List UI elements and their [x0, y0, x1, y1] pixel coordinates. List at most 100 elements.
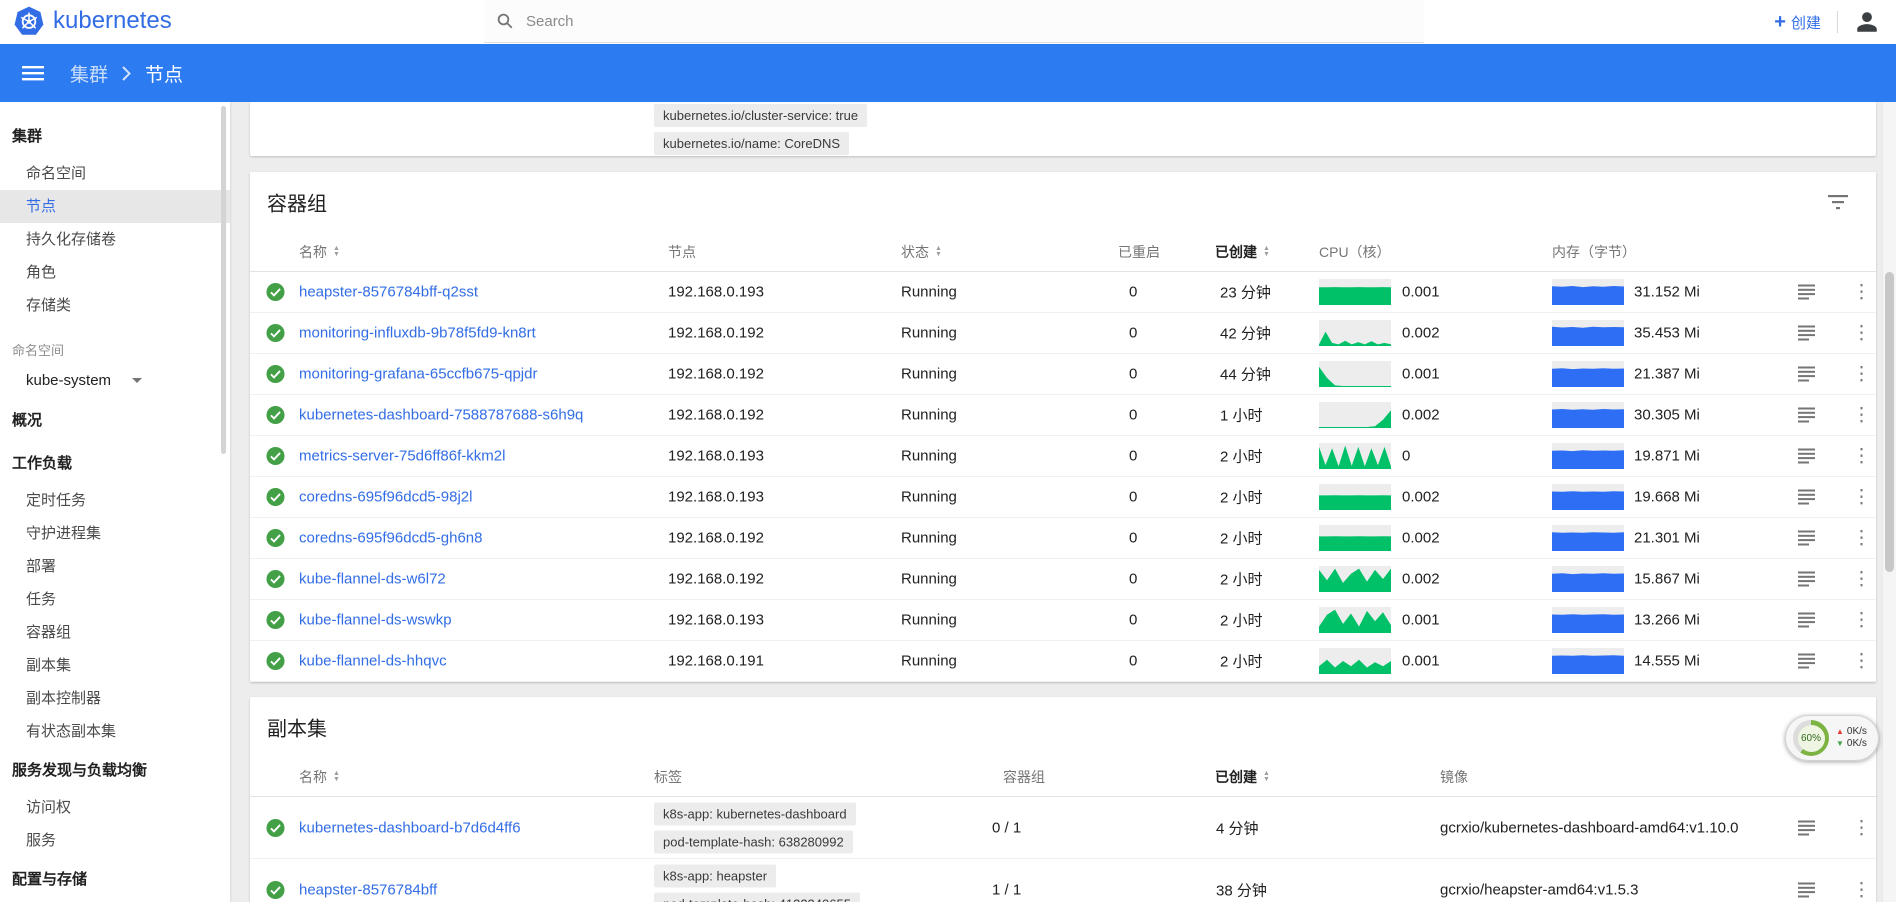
col-header-created[interactable]: 已创建▲▼	[1215, 767, 1270, 787]
pod-name-link[interactable]: coredns-695f96dcd5-98j2l	[299, 489, 472, 506]
search-input[interactable]	[526, 13, 1412, 30]
kebab-menu-icon[interactable]: ⋮	[1847, 878, 1876, 901]
sidebar-item[interactable]: 节点	[0, 190, 230, 223]
kebab-menu-icon[interactable]: ⋮	[1847, 281, 1876, 304]
sidebar-item[interactable]: 副本集	[0, 649, 230, 682]
kebab-menu-icon[interactable]: ⋮	[1847, 609, 1876, 632]
pod-restarts: 0	[1129, 325, 1137, 342]
kebab-menu-icon[interactable]: ⋮	[1847, 527, 1876, 550]
kebab-menu-icon[interactable]: ⋮	[1847, 322, 1876, 345]
col-header-node: 节点	[668, 242, 696, 262]
col-label: 已重启	[1118, 242, 1160, 262]
pod-row[interactable]: kube-flannel-ds-hhqvc192.168.0.191Runnin…	[250, 641, 1876, 682]
pod-name-link[interactable]: kubernetes-dashboard-7588787688-s6h9q	[299, 407, 583, 424]
namespace-value: kube-system	[26, 372, 111, 389]
pod-row[interactable]: kube-flannel-ds-w6l72192.168.0.192Runnin…	[250, 559, 1876, 600]
sidebar-item-overview[interactable]: 概况	[0, 398, 230, 441]
pod-row[interactable]: kube-flannel-ds-wswkp192.168.0.193Runnin…	[250, 600, 1876, 641]
kebab-menu-icon[interactable]: ⋮	[1847, 816, 1876, 839]
logs-icon[interactable]	[1798, 326, 1815, 341]
pod-created: 23 分钟	[1220, 282, 1271, 303]
global-search	[484, 0, 1424, 43]
sidebar-item[interactable]: 部署	[0, 550, 230, 583]
logs-icon[interactable]	[1798, 285, 1815, 300]
sidebar-item[interactable]: 副本控制器	[0, 682, 230, 715]
logs-icon[interactable]	[1798, 572, 1815, 587]
page-scrollbar[interactable]	[1882, 102, 1896, 902]
pod-name-link[interactable]: coredns-695f96dcd5-gh6n8	[299, 530, 482, 547]
breadcrumb-cluster[interactable]: 集群	[70, 60, 108, 87]
sidebar-header-cluster[interactable]: 集群	[0, 114, 230, 157]
logs-icon[interactable]	[1798, 449, 1815, 464]
sidebar-header-workloads[interactable]: 工作负载	[0, 441, 230, 484]
pod-row[interactable]: heapster-8576784bff-q2sst192.168.0.193Ru…	[250, 272, 1876, 313]
kebab-menu-icon[interactable]: ⋮	[1847, 404, 1876, 427]
pod-row[interactable]: monitoring-grafana-65ccfb675-qpjdr192.16…	[250, 354, 1876, 395]
kebab-menu-icon[interactable]: ⋮	[1847, 650, 1876, 673]
pod-name-link[interactable]: heapster-8576784bff-q2sst	[299, 284, 478, 301]
memory-sparkline-chart	[1552, 320, 1624, 346]
sidebar-item[interactable]: 命名空间	[0, 157, 230, 190]
pod-ok-icon	[266, 283, 285, 302]
rs-name-link[interactable]: kubernetes-dashboard-b7d6d4ff6	[299, 819, 521, 836]
pod-row[interactable]: metrics-server-75d6ff86f-kkm2l192.168.0.…	[250, 436, 1876, 477]
pod-name-link[interactable]: metrics-server-75d6ff86f-kkm2l	[299, 448, 505, 465]
col-header-status[interactable]: 状态▲▼	[901, 242, 942, 262]
create-button[interactable]: + 创建	[1774, 12, 1821, 33]
pod-name-link[interactable]: monitoring-grafana-65ccfb675-qpjdr	[299, 366, 537, 383]
pod-row[interactable]: coredns-695f96dcd5-98j2l192.168.0.193Run…	[250, 477, 1876, 518]
replicaset-row[interactable]: heapster-8576784bffk8s-app: heapsterpod-…	[250, 859, 1876, 902]
pod-created: 2 小时	[1220, 487, 1263, 508]
sidebar-item[interactable]: 定时任务	[0, 484, 230, 517]
menu-icon[interactable]	[22, 61, 46, 85]
sidebar-item[interactable]: 守护进程集	[0, 517, 230, 550]
kebab-menu-icon[interactable]: ⋮	[1847, 363, 1876, 386]
sidebar-item[interactable]: 存储类	[0, 289, 230, 322]
logs-icon[interactable]	[1798, 531, 1815, 546]
logs-icon[interactable]	[1798, 654, 1815, 669]
user-avatar-button[interactable]	[1854, 9, 1880, 35]
sidebar-scrollbar[interactable]	[221, 106, 226, 454]
kebab-menu-icon[interactable]: ⋮	[1847, 445, 1876, 468]
sidebar-item[interactable]: 有状态副本集	[0, 715, 230, 748]
pod-name-link[interactable]: kube-flannel-ds-wswkp	[299, 612, 452, 629]
pod-ok-icon	[266, 406, 285, 425]
sidebar-item[interactable]: 访问权	[0, 791, 230, 824]
pod-row[interactable]: monitoring-influxdb-9b78f5fd9-kn8rt192.1…	[250, 313, 1876, 354]
sidebar-item[interactable]: 角色	[0, 256, 230, 289]
download-arrow-icon: ▼	[1836, 740, 1844, 748]
kebab-menu-icon[interactable]: ⋮	[1847, 486, 1876, 509]
namespace-selector[interactable]: kube-system	[0, 363, 230, 398]
pod-name-link[interactable]: kube-flannel-ds-hhqvc	[299, 653, 447, 670]
pod-row[interactable]: kubernetes-dashboard-7588787688-s6h9q192…	[250, 395, 1876, 436]
sidebar-header-config[interactable]: 配置与存储	[0, 857, 230, 900]
col-header-name[interactable]: 名称▲▼	[299, 242, 340, 262]
pods-card-header: 容器组	[250, 172, 1876, 232]
pod-memory-value: 14.555 Mi	[1634, 653, 1700, 670]
logs-icon[interactable]	[1798, 367, 1815, 382]
logs-icon[interactable]	[1798, 613, 1815, 628]
logs-icon[interactable]	[1798, 408, 1815, 423]
rs-name-link[interactable]: heapster-8576784bff	[299, 881, 437, 898]
sidebar-item[interactable]: 持久化存储卷	[0, 223, 230, 256]
sidebar-item[interactable]: 容器组	[0, 616, 230, 649]
sidebar-item[interactable]: 任务	[0, 583, 230, 616]
replicaset-row[interactable]: kubernetes-dashboard-b7d6d4ff6k8s-app: k…	[250, 797, 1876, 859]
col-header-created[interactable]: 已创建▲▼	[1215, 242, 1270, 262]
logs-icon[interactable]	[1798, 490, 1815, 505]
sidebar-item[interactable]: 服务	[0, 824, 230, 857]
kubernetes-logo[interactable]: kubernetes	[14, 6, 172, 36]
filter-icon[interactable]	[1828, 194, 1848, 210]
pod-name-link[interactable]: monitoring-influxdb-9b78f5fd9-kn8rt	[299, 325, 536, 342]
col-header-name[interactable]: 名称▲▼	[299, 767, 340, 787]
pod-name-link[interactable]: kube-flannel-ds-w6l72	[299, 571, 446, 588]
page-scrollbar-thumb[interactable]	[1885, 272, 1894, 572]
pod-ok-icon	[266, 529, 285, 548]
logs-icon[interactable]	[1798, 882, 1815, 897]
network-speed-monitor[interactable]: 60% ▲0K/s ▼0K/s	[1785, 715, 1879, 761]
pod-row[interactable]: coredns-695f96dcd5-gh6n8192.168.0.192Run…	[250, 518, 1876, 559]
kebab-menu-icon[interactable]: ⋮	[1847, 568, 1876, 591]
pod-created: 2 小时	[1220, 528, 1263, 549]
logs-icon[interactable]	[1798, 820, 1815, 835]
sidebar-header-discovery[interactable]: 服务发现与负载均衡	[0, 748, 230, 791]
